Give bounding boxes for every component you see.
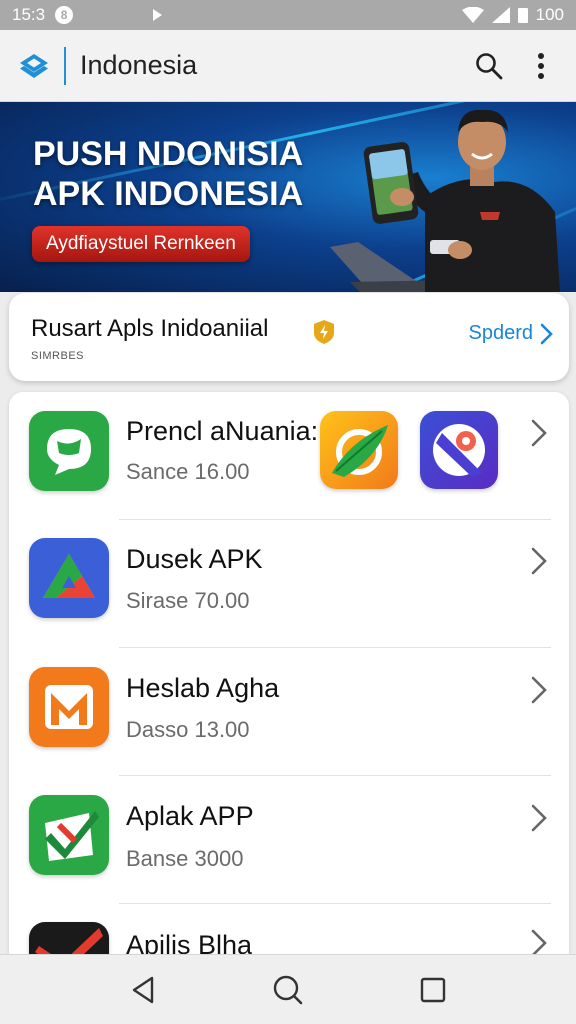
featured-link-label: Spderd (468, 322, 534, 344)
home-icon (273, 975, 303, 1004)
camera-lens-icon[interactable] (420, 411, 498, 489)
chat-bubble-icon (29, 411, 109, 491)
promo-banner[interactable]: PUSH NDONISIA APK INDONESIA Aydfiaystuel… (0, 102, 576, 292)
leaf-refresh-icon[interactable] (320, 411, 398, 489)
signal-icon (491, 7, 510, 23)
app-meta: Sirase 70.00 (126, 588, 250, 613)
battery-icon (517, 7, 528, 23)
system-nav-bar (0, 954, 576, 1024)
list-item[interactable]: Aplak APP Banse 3000 (9, 776, 569, 904)
back-icon (132, 976, 153, 1003)
list-item[interactable]: Heslab Agha Dasso 13.00 (9, 648, 569, 776)
app-title: Indonesia (80, 50, 198, 80)
app-name: Heslab Agha (126, 673, 280, 703)
app-name: Apilis Blha (126, 930, 253, 954)
m-letter-icon (29, 667, 109, 747)
status-time: 15:3 (12, 5, 46, 24)
check-mark-icon (29, 795, 109, 875)
list-item[interactable]: Prencl aNuania: Sance 16.00 (9, 392, 569, 520)
back-button[interactable] (121, 968, 165, 1012)
app-name: Prencl aNuania: (126, 416, 319, 446)
recents-icon (421, 977, 446, 1002)
app-bar: Indonesia (0, 30, 576, 102)
status-bar: 15:3 8 100 (0, 0, 576, 30)
app-name: Dusek APK (126, 544, 263, 574)
chevron-right-icon (540, 323, 553, 344)
chevron-right-icon (531, 676, 547, 704)
list-item[interactable]: Apilis Blha (9, 904, 569, 954)
overflow-menu-button[interactable] (524, 49, 558, 83)
list-item[interactable]: Dusek APK Sirase 70.00 (9, 520, 569, 648)
wifi-icon (461, 7, 484, 23)
play-icon (153, 9, 163, 21)
drive-triangle-icon (29, 538, 109, 618)
featured-title: Rusart Apls Inidoaniial (31, 315, 269, 342)
home-button[interactable] (266, 968, 310, 1012)
featured-link[interactable]: Spderd (469, 322, 554, 345)
chevron-right-icon (531, 804, 547, 832)
verified-badge-icon (314, 320, 334, 344)
featured-card[interactable]: Rusart Apls Inidoaniial SIMRBES Spderd (9, 293, 569, 381)
app-logo-icon[interactable] (16, 48, 52, 84)
search-icon (476, 52, 503, 79)
notification-icon: 8 (55, 6, 74, 24)
chevron-right-icon (531, 547, 547, 575)
banner-cta-button[interactable]: Aydfiaystuel Rernkeen (32, 226, 250, 262)
chevron-right-icon (531, 929, 547, 954)
battery-level: 100 (535, 5, 564, 24)
banner-title-line-2: APK INDONESIA (33, 175, 304, 213)
more-vert-icon (538, 52, 544, 79)
search-button[interactable] (472, 49, 506, 83)
chevron-right-icon (531, 419, 547, 447)
red-check-icon (29, 922, 109, 954)
recents-button[interactable] (411, 968, 455, 1012)
banner-title: PUSH NDONISIA APK INDONESIA (33, 134, 303, 214)
app-meta: Dasso 13.00 (126, 717, 250, 742)
app-meta: Sance 16.00 (126, 459, 250, 484)
banner-person-image (330, 109, 560, 292)
app-list: Prencl aNuania: Sance 16.00 Dusek APK Si… (9, 392, 569, 954)
featured-subtitle: SIMRBES (31, 350, 85, 362)
app-meta: Banse 3000 (126, 846, 244, 871)
banner-title-line-1: PUSH NDONISIA (33, 135, 304, 173)
app-bar-divider (64, 46, 66, 85)
app-name: Aplak APP (126, 801, 254, 831)
notification-glyph: 8 (60, 8, 68, 22)
